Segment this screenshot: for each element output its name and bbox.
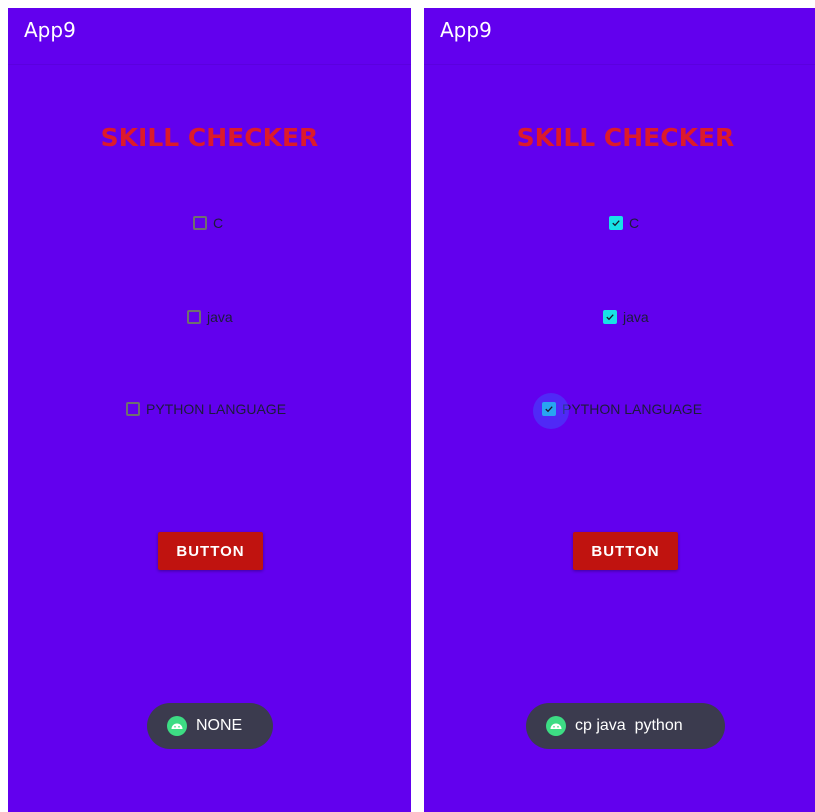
checkbox-c-box[interactable]	[609, 216, 623, 230]
checkbox-c[interactable]: C	[609, 215, 639, 231]
toast-message: NONE	[147, 703, 273, 749]
checkbox-java-box[interactable]	[187, 310, 201, 324]
checkbox-python-label: PYTHON LANGUAGE	[146, 401, 287, 417]
checkbox-python-label: PYTHON LANGUAGE	[562, 401, 703, 417]
android-icon	[546, 716, 566, 736]
android-icon	[167, 716, 187, 736]
skill-checker-heading: SKILL CHECKER	[100, 123, 319, 152]
check-icon	[606, 314, 614, 321]
skill-checker-heading: SKILL CHECKER	[516, 123, 735, 152]
checkbox-java-box[interactable]	[603, 310, 617, 324]
screen-checked: App9 SKILL CHECKER C java PYTHON LANGUAG…	[424, 8, 815, 812]
checkbox-java[interactable]: java	[603, 309, 649, 325]
checkbox-python[interactable]: PYTHON LANGUAGE	[533, 393, 703, 429]
checkbox-c[interactable]: C	[193, 215, 223, 231]
toast-text: cp java python	[575, 717, 683, 734]
app-title: App9	[24, 18, 76, 42]
screen-unchecked: App9 SKILL CHECKER C java PYTHON LANGUAG…	[8, 8, 411, 812]
checkbox-python-box[interactable]	[533, 393, 569, 429]
app-title: App9	[440, 18, 492, 42]
check-icon	[612, 220, 620, 227]
toast-message: cp java python	[526, 703, 725, 749]
checkbox-java-label: java	[207, 309, 233, 325]
checkbox-python-box[interactable]	[126, 402, 140, 416]
checkbox-c-box[interactable]	[193, 216, 207, 230]
app-bar: App9	[8, 8, 411, 65]
submit-button[interactable]: BUTTON	[158, 532, 263, 570]
checkbox-python[interactable]: PYTHON LANGUAGE	[126, 401, 286, 417]
checkbox-java[interactable]: java	[187, 309, 233, 325]
app-bar: App9	[424, 8, 815, 65]
checkbox-c-label: C	[629, 215, 640, 231]
checkbox-c-label: C	[213, 215, 224, 231]
checkbox-java-label: java	[623, 309, 649, 325]
check-icon	[545, 406, 553, 413]
submit-button[interactable]: BUTTON	[573, 532, 678, 570]
toast-text: NONE	[196, 717, 243, 734]
